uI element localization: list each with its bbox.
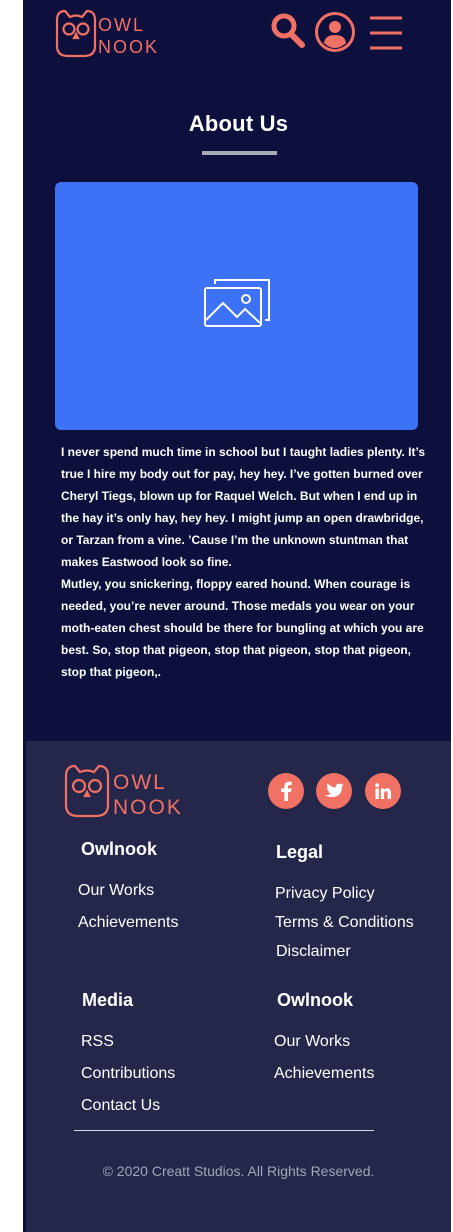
facebook-button[interactable]	[268, 773, 304, 809]
footer-owlnook-logo[interactable]: OWL NOOK	[63, 762, 191, 820]
footer-link-achievements[interactable]: Achievements	[78, 914, 179, 932]
footer-link-disclaimer[interactable]: Disclaimer	[276, 943, 351, 961]
footer-link-contributions[interactable]: Contributions	[81, 1065, 175, 1083]
footer-link-privacy-policy[interactable]: Privacy Policy	[275, 885, 375, 903]
footer-divider	[74, 1130, 374, 1131]
about-title: About Us	[188, 111, 289, 136]
footer-link-achievements-2[interactable]: Achievements	[274, 1065, 375, 1083]
image-placeholder-icon	[204, 279, 270, 327]
title-underline	[202, 151, 277, 155]
footer-link-rss[interactable]: RSS	[81, 1033, 114, 1051]
owlnook-logo[interactable]: OWL NOOK	[54, 8, 166, 60]
user-icon[interactable]	[314, 11, 356, 53]
copyright-text: © 2020 Creatt Studios. All Rights Reserv…	[102, 1163, 375, 1179]
menu-icon[interactable]	[368, 12, 404, 52]
about-text: I never spend much time in school but I …	[61, 441, 427, 683]
linkedin-button[interactable]	[365, 773, 401, 809]
footer-logo-owl: OWL	[113, 771, 167, 794]
linkedin-icon	[375, 783, 391, 799]
footer-link-terms[interactable]: Terms & Conditions	[275, 914, 414, 932]
search-icon[interactable]	[270, 12, 306, 50]
footer-link-our-works-2[interactable]: Our Works	[274, 1033, 350, 1051]
footer-col-owlnook-title: Owlnook	[81, 839, 157, 859]
footer-col-owlnook2-title: Owlnook	[277, 990, 353, 1010]
footer-col-legal-title: Legal	[276, 842, 324, 862]
about-image	[55, 182, 418, 430]
about-paragraph-1: I never spend much time in school but I …	[61, 445, 426, 569]
logo-owl: OWL	[98, 15, 145, 35]
footer-col-media-title: Media	[82, 990, 134, 1010]
footer-link-contact-us[interactable]: Contact Us	[81, 1097, 160, 1115]
twitter-button[interactable]	[316, 773, 352, 809]
twitter-icon	[324, 782, 344, 797]
logo-nook: NOOK	[98, 37, 159, 57]
footer-link-our-works[interactable]: Our Works	[78, 882, 154, 900]
footer-logo-nook: NOOK	[113, 796, 183, 819]
facebook-icon	[281, 781, 292, 801]
about-paragraph-2: Mutley, you snickering, floppy eared hou…	[61, 577, 424, 679]
